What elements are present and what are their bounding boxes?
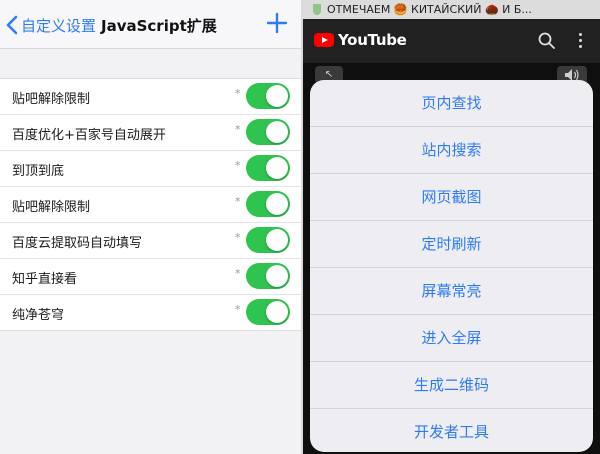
script-toggle[interactable] — [246, 299, 290, 325]
menu-item-auto-refresh[interactable]: 定时刷新 — [310, 221, 593, 268]
list-item: 百度优化+百家号自动展开 * — [0, 115, 301, 151]
script-toggle[interactable] — [246, 227, 290, 253]
list-item: 贴吧解除限制 * — [0, 79, 301, 115]
script-list: 贴吧解除限制 * 百度优化+百家号自动展开 * 到顶到底 * 贴吧解除限制 * … — [0, 78, 301, 331]
script-name: 百度云提取码自动填写 — [12, 236, 143, 251]
plus-icon[interactable] — [265, 11, 289, 35]
announcement-bar: ОТМЕЧАЕМ 🥮 КИТАЙСКИЙ 🌰 И Б... — [303, 0, 600, 19]
menu-item-fullscreen[interactable]: 进入全屏 — [310, 315, 593, 362]
star-marker: * — [235, 303, 241, 316]
script-toggle[interactable] — [246, 263, 290, 289]
toggle-knob — [266, 301, 288, 323]
star-marker: * — [235, 159, 241, 172]
menu-item-find-in-page[interactable]: 页内查找 — [310, 80, 593, 127]
script-name: 知乎直接看 — [12, 272, 78, 287]
menu-item-site-search[interactable]: 站内搜索 — [310, 127, 593, 174]
star-marker: * — [235, 195, 241, 208]
list-item: 百度云提取码自动填写 * — [0, 223, 301, 259]
script-name: 纯净苍穹 — [12, 308, 65, 323]
list-item: 知乎直接看 * — [0, 259, 301, 295]
toggle-knob — [266, 193, 288, 215]
script-settings-panel: 自定义设置 JavaScript扩展 贴吧解除限制 * 百度优化+百家号自动展开… — [0, 0, 301, 454]
toggle-knob — [266, 157, 288, 179]
navigation-bar: 自定义设置 JavaScript扩展 — [0, 0, 301, 49]
announcement-text: ОТМЕЧАЕМ 🥮 КИТАЙСКИЙ 🌰 И Б... — [327, 3, 532, 16]
shield-icon — [313, 4, 321, 15]
action-menu: 页内查找 站内搜索 网页截图 定时刷新 屏幕常亮 进入全屏 生成二维码 开发者工… — [310, 80, 593, 452]
youtube-header: YouTube — [303, 19, 600, 63]
toggle-knob — [266, 121, 288, 143]
list-item: 贴吧解除限制 * — [0, 187, 301, 223]
menu-item-screenshot[interactable]: 网页截图 — [310, 174, 593, 221]
script-name: 贴吧解除限制 — [12, 92, 91, 107]
back-button[interactable]: 自定义设置 — [6, 13, 96, 37]
star-marker: * — [235, 231, 241, 244]
youtube-wordmark[interactable]: YouTube — [338, 31, 407, 49]
script-toggle[interactable] — [246, 83, 290, 109]
menu-item-keep-screen-on[interactable]: 屏幕常亮 — [310, 268, 593, 315]
search-icon[interactable] — [537, 31, 557, 51]
list-item: 纯净苍穹 * — [0, 295, 301, 330]
menu-item-developer-tools[interactable]: 开发者工具 — [310, 409, 593, 452]
script-toggle[interactable] — [246, 155, 290, 181]
script-name: 贴吧解除限制 — [12, 200, 91, 215]
list-item: 到顶到底 * — [0, 151, 301, 187]
toggle-knob — [266, 265, 288, 287]
youtube-logo-icon[interactable] — [314, 33, 334, 47]
script-toggle[interactable] — [246, 119, 290, 145]
star-marker: * — [235, 267, 241, 280]
script-toggle[interactable] — [246, 191, 290, 217]
script-name: 到顶到底 — [12, 164, 65, 179]
menu-item-qr-code[interactable]: 生成二维码 — [310, 362, 593, 409]
page-title: JavaScript扩展 — [101, 17, 217, 35]
chevron-left-icon — [6, 15, 18, 35]
back-label: 自定义设置 — [21, 16, 97, 35]
more-vertical-icon[interactable] — [577, 33, 583, 49]
star-marker: * — [235, 123, 241, 136]
browser-panel: ОТМЕЧАЕМ 🥮 КИТАЙСКИЙ 🌰 И Б... YouTube ↖ … — [303, 0, 600, 454]
toggle-knob — [266, 229, 288, 251]
script-name: 百度优化+百家号自动展开 — [12, 128, 166, 143]
toggle-knob — [266, 85, 288, 107]
star-marker: * — [235, 87, 241, 100]
